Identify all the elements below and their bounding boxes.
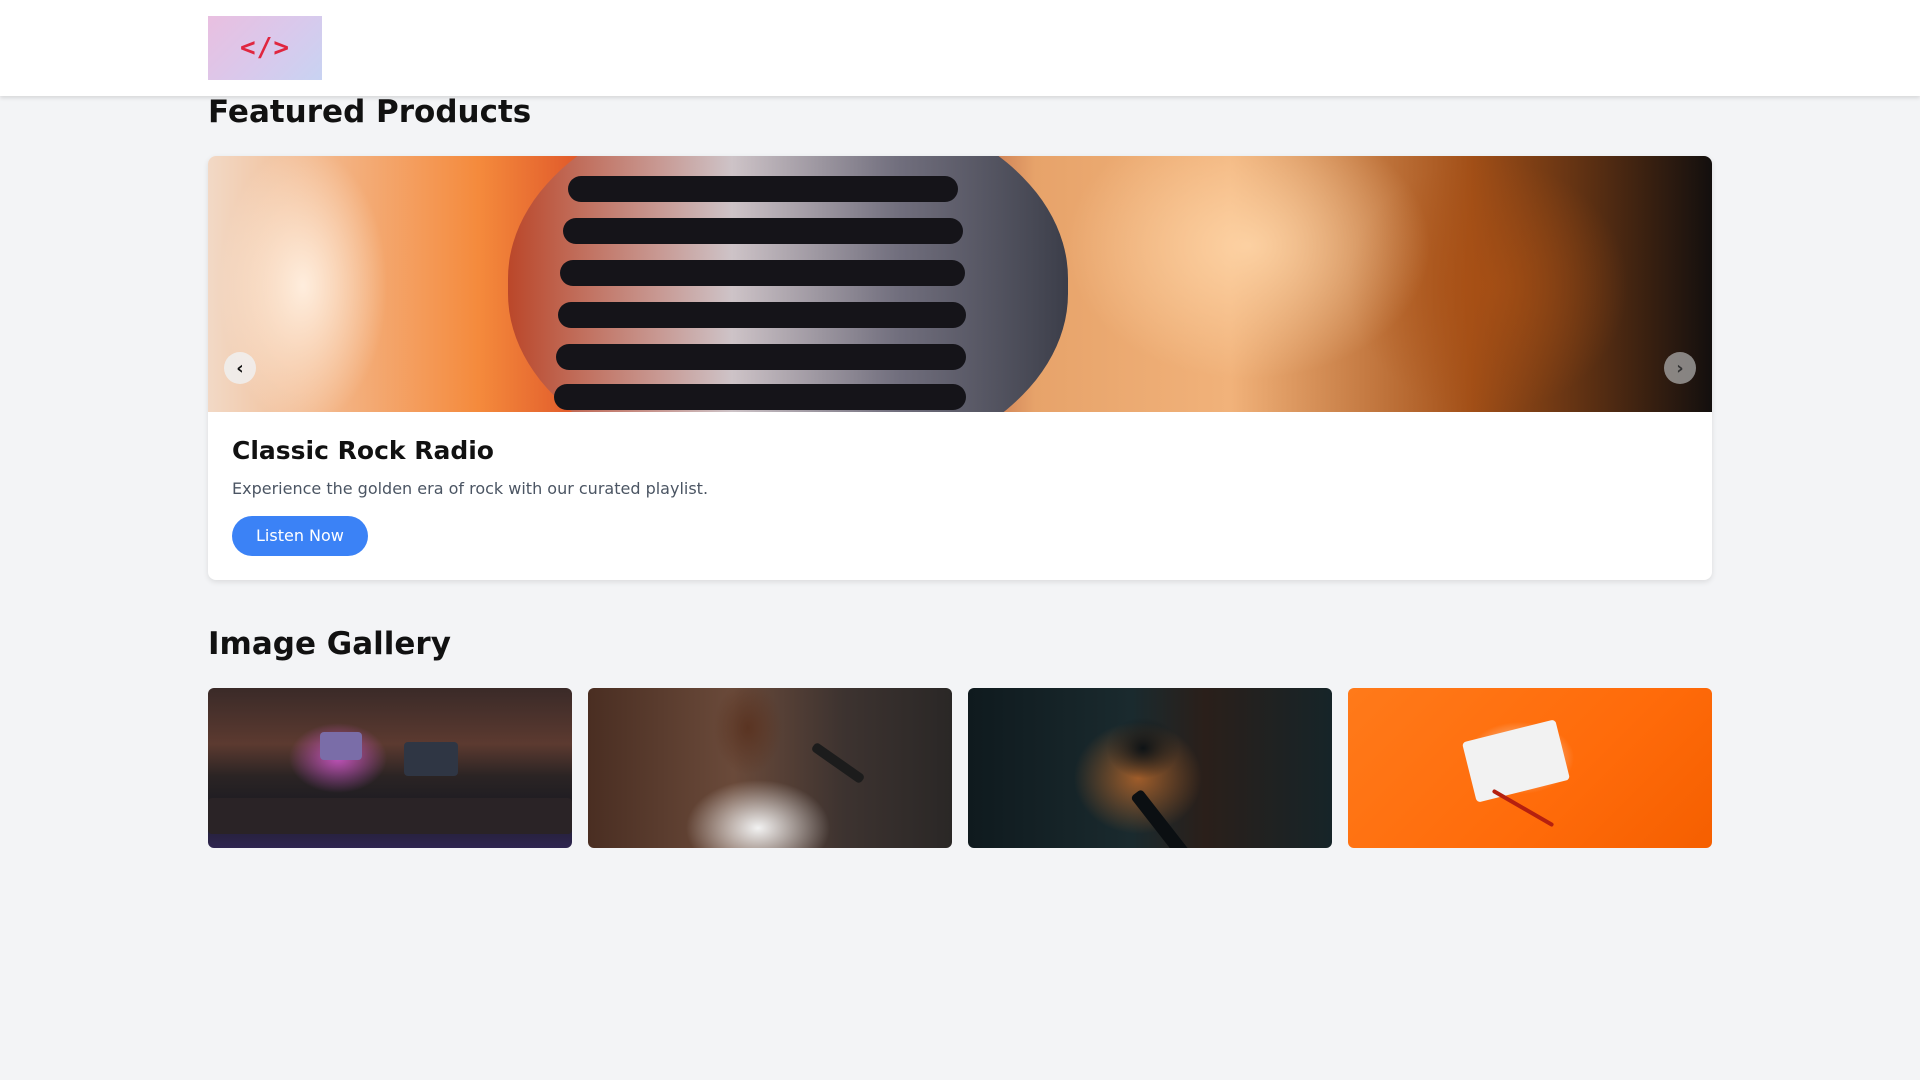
site-logo[interactable]: </> [208,16,322,80]
microphone-image[interactable] [968,688,1332,848]
slide-title: Classic Rock Radio [232,436,494,465]
grille-slot [554,384,966,410]
slide-content: Classic Rock Radio Experience the golden… [208,412,1712,556]
tape-ribbon-shape [1491,788,1555,828]
chevron-right-icon: › [1676,357,1684,379]
cassette-body-shape [1461,719,1571,803]
image-gallery-heading: Image Gallery [208,626,451,662]
recording-studio-image[interactable] [208,688,572,848]
cassette-tape-image[interactable] [1348,688,1712,848]
grille-slot [560,260,965,286]
image-gallery [208,688,1712,848]
grille-slot [556,344,966,370]
monitor-screen-shape [404,742,458,776]
grille-slot [568,176,958,202]
carousel-next-button[interactable]: › [1664,352,1696,384]
listen-now-button[interactable]: Listen Now [232,516,368,556]
mixing-console-shape [208,798,572,834]
monitor-screen-shape [320,732,362,760]
featured-carousel-card: ‹ › Classic Rock Radio Experience the go… [208,156,1712,580]
grille-slot [558,302,966,328]
code-brackets-icon: </> [240,33,290,63]
grille-slot [563,218,963,244]
microphone-arm-shape [810,741,866,785]
vintage-microphone-image: ‹ › [208,156,1712,412]
chevron-left-icon: ‹ [236,357,244,379]
slide-description: Experience the golden era of rock with o… [232,479,709,498]
carousel-prev-button[interactable]: ‹ [224,352,256,384]
man-with-headphones-image[interactable] [588,688,952,848]
featured-products-heading: Featured Products [208,94,532,130]
microphone-handle-shape [1130,788,1200,848]
top-navbar: </> [0,0,1920,96]
